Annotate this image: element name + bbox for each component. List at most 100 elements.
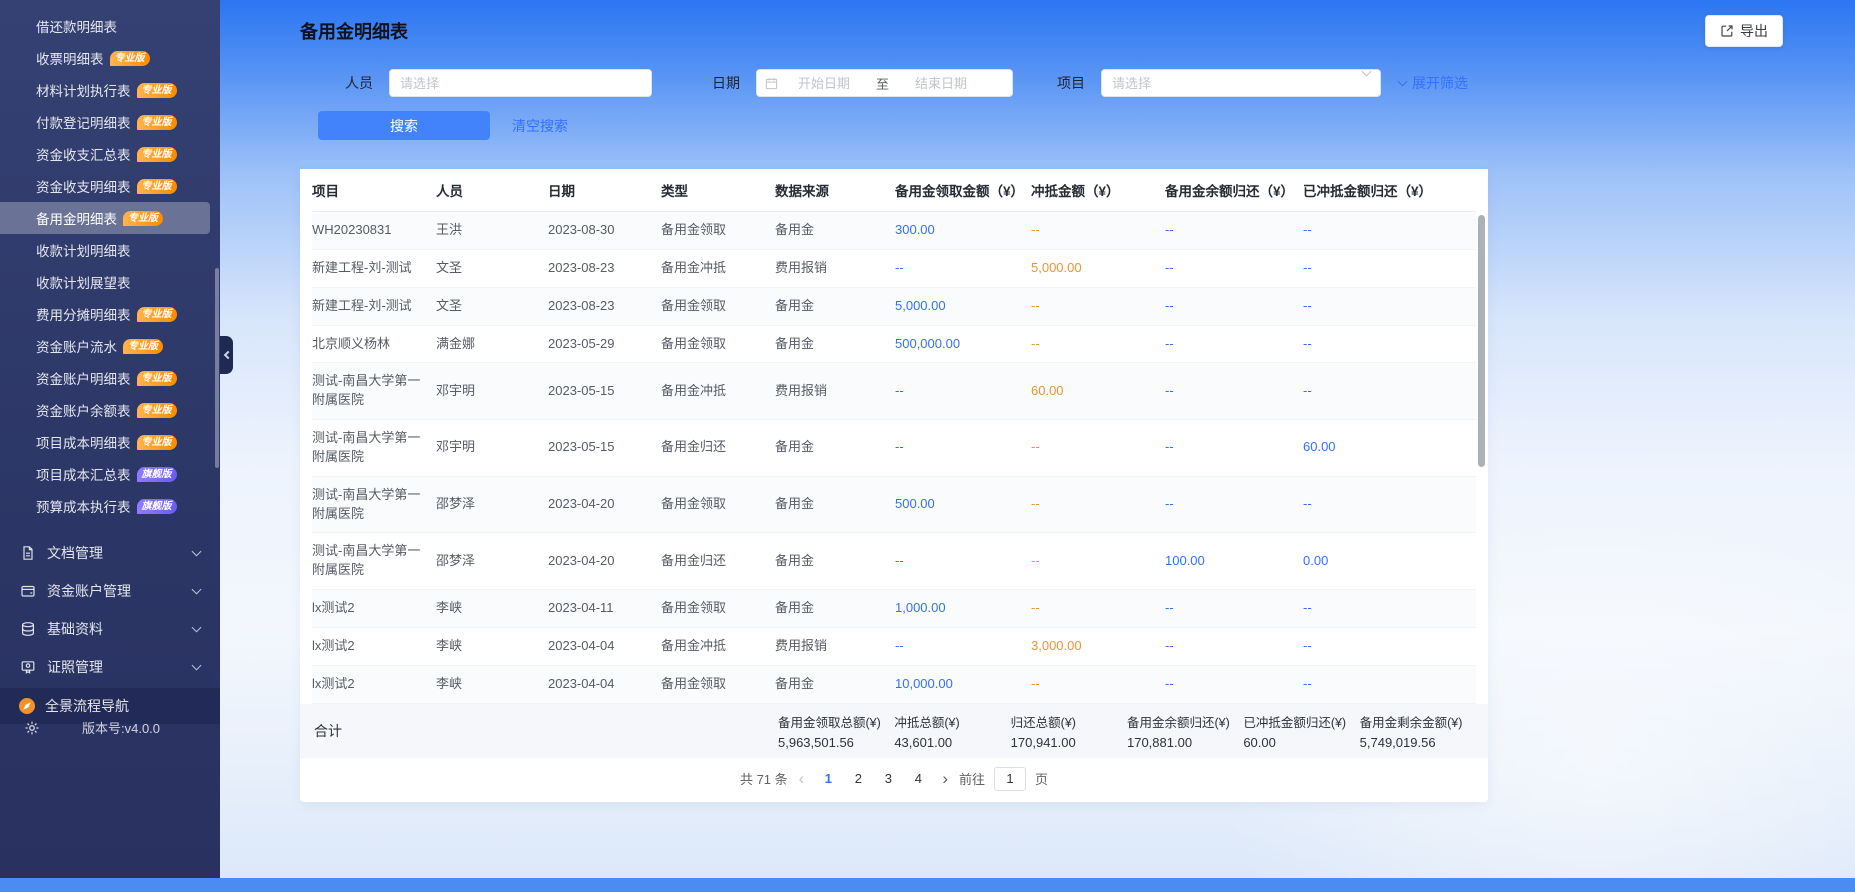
cell-offset-amount: -- — [1031, 552, 1040, 568]
column-header-person: 人员 — [436, 184, 463, 199]
sidebar-item-label: 项目成本明细表 — [36, 436, 131, 451]
sidebar-item-label: 证照管理 — [47, 659, 103, 675]
edition-badge: 旗舰版 — [136, 498, 177, 514]
goto-page-input[interactable] — [994, 766, 1027, 791]
filter-row: 人员 日期 至 项目 展开筛选 — [300, 66, 1488, 97]
person-select[interactable] — [389, 69, 652, 97]
sidebar-report-item[interactable]: 资金账户流水 专业版 — [0, 330, 210, 362]
chevron-down-icon — [191, 546, 202, 556]
cell-type: 备用金冲抵 — [661, 637, 727, 653]
project-select-input[interactable] — [1112, 75, 1354, 91]
page-number-button[interactable]: 1 — [815, 766, 841, 792]
cell-source: 备用金 — [775, 552, 815, 568]
expand-filters-label: 展开筛选 — [1412, 75, 1468, 91]
sidebar-item-label: 文档管理 — [47, 545, 103, 561]
sidebar-collapse-button[interactable] — [220, 336, 233, 374]
sidebar-report-item[interactable]: 收款计划展望表 — [0, 266, 210, 298]
cell-person: 满金娜 — [436, 335, 476, 351]
sidebar-report-item[interactable]: 预算成本执行表 旗舰版 — [0, 490, 210, 522]
summary-item: 备用金余额归还(¥) 170,881.00 — [1127, 712, 1243, 750]
page-number-button[interactable]: 4 — [905, 766, 931, 792]
summary-item: 归还总额(¥) 170,941.00 — [1011, 712, 1127, 750]
cell-date: 2023-08-23 — [548, 259, 615, 275]
start-date-input[interactable] — [782, 75, 866, 91]
cell-person: 王洪 — [436, 222, 463, 237]
sidebar-report-item[interactable]: 收款计划明细表 — [0, 234, 210, 266]
sidebar-item-label: 项目成本汇总表 — [36, 468, 131, 483]
sidebar-item-label: 基础资料 — [47, 621, 103, 637]
previous-page-button[interactable]: ‹ — [797, 770, 807, 787]
cell-offset-return: -- — [1303, 382, 1312, 398]
cell-source: 备用金 — [775, 297, 815, 313]
goto-unit-label: 页 — [1035, 772, 1049, 788]
cell-offset-return: -- — [1303, 496, 1312, 512]
edition-badge: 专业版 — [123, 338, 163, 354]
sidebar-report-item[interactable]: 付款登记明细表 专业版 — [0, 106, 210, 138]
cell-source: 备用金 — [775, 675, 815, 691]
sidebar-report-item[interactable]: 资金收支明细表 专业版 — [0, 170, 210, 202]
end-date-input[interactable] — [899, 75, 984, 91]
sidebar-report-item[interactable]: 项目成本明细表 专业版 — [0, 426, 210, 458]
sidebar-report-item[interactable]: 项目成本汇总表 旗舰版 — [0, 458, 210, 490]
sidebar-report-item[interactable]: 收票明细表 专业版 — [0, 42, 210, 74]
column-header-balance-return: 备用金余额归还（¥） — [1165, 184, 1295, 199]
sidebar-item-fund-accounts[interactable]: 资金账户管理 — [0, 572, 220, 610]
cell-type: 备用金领取 — [661, 600, 727, 616]
project-filter-label: 项目 — [1057, 75, 1085, 91]
cell-type: 备用金领取 — [661, 335, 727, 351]
cell-project: lx测试2 — [312, 675, 355, 691]
cell-type: 备用金归还 — [661, 439, 727, 455]
sidebar-scrollbar[interactable] — [215, 268, 219, 468]
sidebar-item-documents[interactable]: 文档管理 — [0, 534, 220, 572]
sidebar-report-item[interactable]: 材料计划执行表 专业版 — [0, 74, 210, 106]
cell-project: 测试-南昌大学第一附属医院 — [312, 543, 421, 578]
cell-project: 测试-南昌大学第一附属医院 — [312, 486, 421, 521]
date-range-picker[interactable]: 至 — [756, 69, 1013, 97]
chevron-down-icon — [191, 584, 202, 594]
sidebar-report-item[interactable]: 资金账户余额表 专业版 — [0, 394, 210, 426]
sidebar-item-base-data[interactable]: 基础资料 — [0, 610, 220, 648]
sidebar-report-item[interactable]: 备用金明细表 专业版 — [0, 202, 210, 234]
cell-offset-amount: -- — [1031, 222, 1040, 237]
cell-offset-amount: -- — [1031, 600, 1040, 616]
cell-received-amount: 500.00 — [895, 496, 935, 512]
sidebar-item-certificates[interactable]: 证照管理 — [0, 648, 220, 686]
cell-project: lx测试2 — [312, 600, 355, 616]
cell-received-amount: 300.00 — [895, 222, 935, 237]
cell-date: 2023-05-15 — [548, 382, 615, 398]
cell-type: 备用金冲抵 — [661, 259, 727, 275]
cell-received-amount: -- — [895, 637, 904, 653]
clear-search-link[interactable]: 清空搜索 — [512, 116, 568, 136]
database-icon — [21, 622, 35, 636]
person-select-input[interactable] — [400, 75, 641, 91]
export-icon — [1721, 25, 1733, 37]
sidebar-report-item[interactable]: 资金账户明细表 专业版 — [0, 362, 210, 394]
export-button[interactable]: 导出 — [1705, 15, 1783, 47]
sidebar-report-item[interactable]: 借还款明细表 — [0, 10, 210, 42]
page-number-button[interactable]: 3 — [875, 766, 901, 792]
cell-date: 2023-04-20 — [548, 552, 615, 568]
cell-offset-amount: 60.00 — [1031, 382, 1064, 398]
edition-badge: 旗舰版 — [136, 466, 177, 482]
cell-offset-amount: -- — [1031, 335, 1040, 351]
cell-offset-return: -- — [1303, 259, 1312, 275]
table-row: 北京顺义杨林 满金娜 2023-05-29 备用金领取 备用金 500,000.… — [312, 326, 1476, 364]
table-row: lx测试2 李峡 2023-04-04 备用金领取 备用金 10,000.00 … — [312, 665, 1476, 704]
next-page-button[interactable]: › — [940, 770, 950, 787]
cell-offset-amount: 3,000.00 — [1031, 637, 1082, 653]
sidebar-report-item[interactable]: 费用分摊明细表 专业版 — [0, 298, 210, 330]
cell-person: 李峡 — [436, 637, 463, 653]
sidebar-report-item[interactable]: 资金收支汇总表 专业版 — [0, 138, 210, 170]
page-numbers: 1 2 3 4 — [815, 766, 931, 792]
cell-date: 2023-04-04 — [548, 675, 615, 691]
expand-filters-link[interactable]: 展开筛选 — [1397, 73, 1468, 93]
search-button[interactable]: 搜索 — [318, 111, 490, 140]
chevron-left-icon — [223, 350, 232, 360]
sidebar: 借还款明细表 收票明细表 专业版 材料计划执行表 专业版 付款登记明细表 专业版 — [0, 0, 233, 878]
column-header-source: 数据来源 — [775, 184, 829, 199]
page-number-button[interactable]: 2 — [845, 766, 871, 792]
version-row: 版本号:v4.0.0 — [0, 718, 220, 737]
cell-source: 备用金 — [775, 600, 815, 616]
table-scrollbar[interactable] — [1478, 215, 1485, 467]
project-select[interactable] — [1101, 66, 1381, 97]
